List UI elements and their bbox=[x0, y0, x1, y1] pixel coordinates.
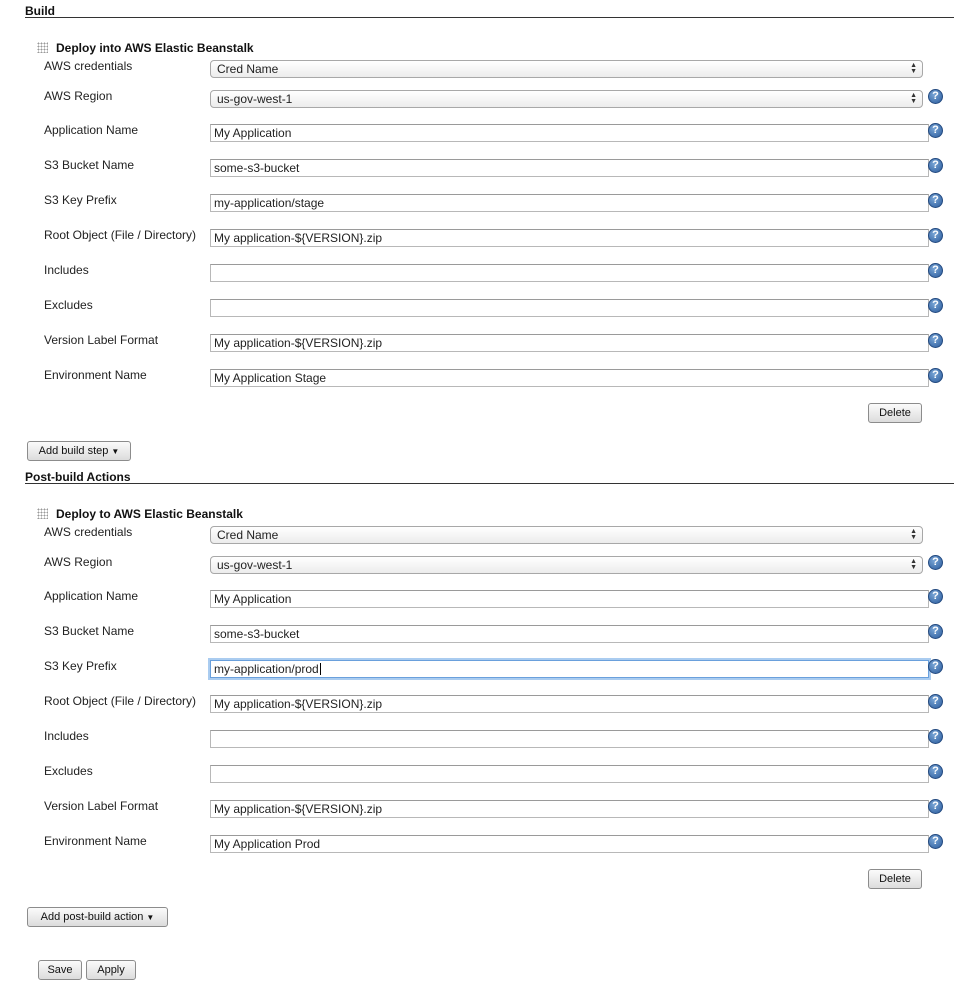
version-label-format-input[interactable]: My application-${VERSION}.zip bbox=[210, 334, 929, 352]
root-object-label: Root Object (File / Directory) bbox=[44, 694, 197, 708]
add-post-build-action-label: Add post-build action bbox=[40, 911, 144, 923]
aws-region-label: AWS Region bbox=[44, 89, 113, 103]
version-label-format-input[interactable]: My application-${VERSION}.zip bbox=[210, 800, 929, 818]
apply-button[interactable]: Apply bbox=[86, 960, 136, 980]
post-build-section-divider bbox=[25, 483, 954, 484]
s3-key-prefix-label: S3 Key Prefix bbox=[44, 193, 117, 207]
select-arrows-icon: ▲ ▼ bbox=[910, 62, 917, 75]
includes-input[interactable] bbox=[210, 730, 929, 748]
s3-key-prefix-value: my-application/prod bbox=[214, 662, 319, 676]
aws-region-value: us-gov-west-1 bbox=[217, 92, 293, 106]
root-object-input[interactable]: My application-${VERSION}.zip bbox=[210, 229, 929, 247]
chevron-down-icon: ▼ bbox=[111, 447, 120, 456]
aws-region-select[interactable]: us-gov-west-1 ▲ ▼ bbox=[210, 90, 923, 108]
help-icon[interactable]: ? bbox=[928, 89, 943, 104]
help-icon[interactable]: ? bbox=[928, 228, 943, 243]
help-icon[interactable]: ? bbox=[928, 263, 943, 278]
help-icon[interactable]: ? bbox=[928, 694, 943, 709]
help-icon[interactable]: ? bbox=[928, 659, 943, 674]
aws-credentials-select[interactable]: Cred Name ▲ ▼ bbox=[210, 60, 923, 78]
help-icon[interactable]: ? bbox=[928, 729, 943, 744]
help-icon[interactable]: ? bbox=[928, 298, 943, 313]
drag-handle-icon[interactable] bbox=[37, 508, 48, 519]
application-name-label: Application Name bbox=[44, 123, 139, 137]
aws-credentials-value: Cred Name bbox=[217, 528, 279, 542]
help-icon[interactable]: ? bbox=[928, 193, 943, 208]
includes-input[interactable] bbox=[210, 264, 929, 282]
includes-label: Includes bbox=[44, 729, 89, 743]
excludes-input[interactable] bbox=[210, 299, 929, 317]
excludes-input[interactable] bbox=[210, 765, 929, 783]
build-step-title: Deploy into AWS Elastic Beanstalk bbox=[56, 41, 254, 55]
s3-key-prefix-input[interactable]: my-application/prod bbox=[210, 660, 929, 678]
help-icon[interactable]: ? bbox=[928, 834, 943, 849]
includes-label: Includes bbox=[44, 263, 89, 277]
help-icon[interactable]: ? bbox=[928, 799, 943, 814]
root-object-input[interactable]: My application-${VERSION}.zip bbox=[210, 695, 929, 713]
aws-credentials-value: Cred Name bbox=[217, 62, 279, 76]
excludes-label: Excludes bbox=[44, 764, 93, 778]
delete-build-step-button[interactable]: Delete bbox=[868, 403, 922, 423]
build-section-divider bbox=[25, 17, 954, 18]
aws-credentials-label: AWS credentials bbox=[44, 59, 133, 73]
help-icon[interactable]: ? bbox=[928, 368, 943, 383]
add-build-step-button[interactable]: Add build step ▼ bbox=[27, 441, 131, 461]
help-icon[interactable]: ? bbox=[928, 555, 943, 570]
environment-name-label: Environment Name bbox=[44, 834, 147, 848]
environment-name-input[interactable]: My Application Prod bbox=[210, 835, 929, 853]
select-arrows-icon: ▲ ▼ bbox=[910, 558, 917, 571]
help-icon[interactable]: ? bbox=[928, 764, 943, 779]
aws-credentials-select[interactable]: Cred Name ▲ ▼ bbox=[210, 526, 923, 544]
aws-region-select[interactable]: us-gov-west-1 ▲ ▼ bbox=[210, 556, 923, 574]
application-name-input[interactable]: My Application bbox=[210, 124, 929, 142]
aws-region-value: us-gov-west-1 bbox=[217, 558, 293, 572]
s3-bucket-name-input[interactable]: some-s3-bucket bbox=[210, 625, 929, 643]
aws-credentials-label: AWS credentials bbox=[44, 525, 133, 539]
text-caret bbox=[319, 663, 321, 675]
version-label-format-label: Version Label Format bbox=[44, 333, 159, 347]
select-arrows-icon: ▲ ▼ bbox=[910, 92, 917, 105]
drag-handle-icon[interactable] bbox=[37, 42, 48, 53]
help-icon[interactable]: ? bbox=[928, 589, 943, 604]
help-icon[interactable]: ? bbox=[928, 123, 943, 138]
s3-bucket-name-label: S3 Bucket Name bbox=[44, 158, 135, 172]
s3-bucket-name-label: S3 Bucket Name bbox=[44, 624, 135, 638]
application-name-label: Application Name bbox=[44, 589, 139, 603]
delete-post-build-action-button[interactable]: Delete bbox=[868, 869, 922, 889]
help-icon[interactable]: ? bbox=[928, 333, 943, 348]
aws-region-label: AWS Region bbox=[44, 555, 113, 569]
help-icon[interactable]: ? bbox=[928, 158, 943, 173]
root-object-label: Root Object (File / Directory) bbox=[44, 228, 197, 242]
s3-key-prefix-input[interactable]: my-application/stage bbox=[210, 194, 929, 212]
post-build-step-title: Deploy to AWS Elastic Beanstalk bbox=[56, 507, 243, 521]
save-button[interactable]: Save bbox=[38, 960, 82, 980]
chevron-down-icon: ▼ bbox=[146, 913, 155, 922]
version-label-format-label: Version Label Format bbox=[44, 799, 159, 813]
excludes-label: Excludes bbox=[44, 298, 93, 312]
post-build-section-title: Post-build Actions bbox=[25, 470, 131, 484]
environment-name-label: Environment Name bbox=[44, 368, 147, 382]
build-section-title: Build bbox=[25, 4, 55, 18]
select-arrows-icon: ▲ ▼ bbox=[910, 528, 917, 541]
application-name-input[interactable]: My Application bbox=[210, 590, 929, 608]
environment-name-input[interactable]: My Application Stage bbox=[210, 369, 929, 387]
add-post-build-action-button[interactable]: Add post-build action ▼ bbox=[27, 907, 168, 927]
s3-bucket-name-input[interactable]: some-s3-bucket bbox=[210, 159, 929, 177]
s3-key-prefix-label: S3 Key Prefix bbox=[44, 659, 117, 673]
help-icon[interactable]: ? bbox=[928, 624, 943, 639]
add-build-step-label: Add build step bbox=[38, 445, 109, 457]
